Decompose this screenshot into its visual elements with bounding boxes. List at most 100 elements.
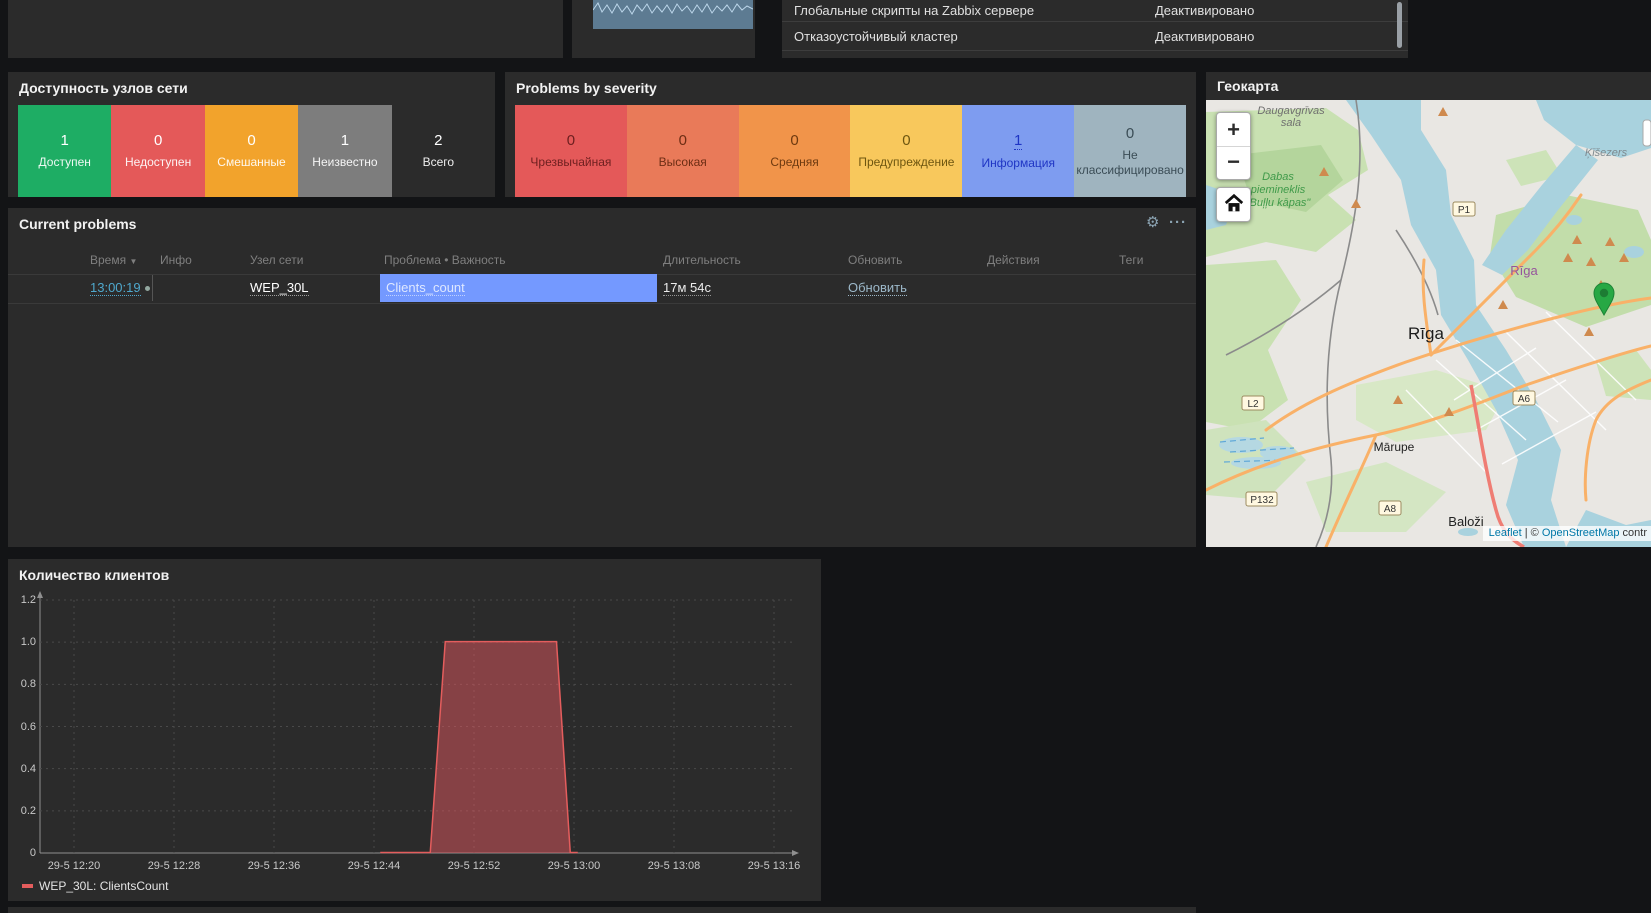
column-header-host: Узел сети — [250, 253, 303, 267]
tile-disaster: 0 Чрезвычайная — [515, 105, 627, 197]
layers-control-partial[interactable] — [1643, 120, 1651, 146]
tile-not-classified: 0 Не классифицировано — [1074, 105, 1186, 197]
problem-time[interactable]: 13:00:19 — [90, 280, 141, 296]
tile-label: Предупреждение — [856, 155, 956, 170]
table-row: Отказоустойчивый кластер Деактивировано — [782, 22, 1408, 51]
severity-tiles: 0 Чрезвычайная 0 Высокая 0 Средняя 0 Пре… — [515, 105, 1186, 197]
sparkline-graph[interactable] — [593, 0, 753, 29]
status-item-name: Глобальные скрипты на Zabbix сервере — [794, 3, 1034, 18]
x-axis-tick-label: 29-5 12:44 — [334, 860, 414, 872]
column-header-label: Время — [90, 253, 126, 267]
tile-label: Информация — [979, 156, 1056, 171]
scrollbar-thumb[interactable] — [1397, 2, 1402, 48]
current-problems-widget: Current problems ⚙ ··· Время ▼ Инфо Узел… — [8, 208, 1196, 547]
tile-count: 0 — [902, 132, 910, 149]
x-axis-tick-label: 29-5 13:08 — [634, 860, 714, 872]
road-badge-p132: P132 — [1250, 495, 1274, 506]
tile-high: 0 Высокая — [627, 105, 739, 197]
road-badge-a6: A6 — [1518, 394, 1531, 405]
problem-update-link[interactable]: Обновить — [848, 274, 907, 302]
clients-count-graph-widget: Количество клиентов 1.21.00.80.60.40.202… — [8, 559, 821, 901]
top-left-widget — [8, 0, 563, 58]
problem-name-link[interactable]: Clients_count — [386, 280, 465, 296]
info-count-link[interactable]: 1 — [1014, 132, 1022, 150]
zoom-in-button[interactable]: + — [1217, 113, 1250, 147]
tile-average: 0 Средняя — [739, 105, 851, 197]
legend-series-label: WEP_30L: ClientsCount — [39, 879, 168, 893]
x-axis-tick-label: 29-5 12:28 — [134, 860, 214, 872]
y-axis-tick-label: 0.4 — [8, 763, 36, 775]
tile-unknown: 1 Неизвестно — [298, 105, 391, 197]
column-header-problem: Проблема • Важность — [384, 253, 506, 267]
gear-icon[interactable]: ⚙ — [1146, 214, 1159, 232]
tile-warning: 0 Предупреждение — [850, 105, 962, 197]
x-axis-tick-label: 29-5 12:52 — [434, 860, 514, 872]
zabbix-dashboard: Глобальные скрипты на Zabbix сервере Деа… — [0, 0, 1651, 913]
column-header-duration: Длительность — [663, 253, 741, 267]
zoom-out-button[interactable]: − — [1217, 147, 1250, 179]
map-label-marupe: Mārupe — [1374, 440, 1415, 454]
tile-label: Не классифицировано — [1074, 148, 1186, 178]
map-label-dabas-2: piemineklis — [1250, 184, 1306, 196]
host-name[interactable]: WEP_30L — [250, 280, 309, 296]
leaflet-link[interactable]: Leaflet — [1489, 527, 1522, 539]
tile-count: 1 — [341, 132, 349, 149]
y-axis-tick-label: 0.2 — [8, 805, 36, 817]
tile-total: 2 Всего — [392, 105, 485, 197]
tile-available: 1 Доступен — [18, 105, 111, 197]
tile-label: Всего — [421, 155, 456, 170]
column-header-update: Обновить — [848, 253, 902, 267]
tile-mixed: 0 Смешанные — [205, 105, 298, 197]
map-label-dabas-3: "Buļļu kāpas" — [1246, 197, 1312, 209]
problem-time-link[interactable]: 13:00:19 — [90, 274, 141, 302]
map-canvas[interactable]: Daugavgrīvas sala Ķīšezers Dabas piemine… — [1206, 100, 1651, 547]
map-label-riga-city: Rīga — [1408, 324, 1444, 343]
tile-count: 0 — [790, 132, 798, 149]
status-item-name: Отказоустойчивый кластер — [794, 29, 958, 44]
top-status-table-widget: Глобальные скрипты на Zabbix сервере Деа… — [782, 0, 1408, 58]
problem-severity-cell[interactable]: Clients_count — [380, 274, 657, 302]
widget-title: Доступность узлов сети — [19, 80, 188, 96]
chart-series — [380, 642, 578, 853]
road-badge-a8: A8 — [1384, 504, 1397, 515]
y-axis-tick-label: 1.2 — [8, 594, 36, 606]
tile-count: 0 — [1126, 125, 1134, 142]
problem-duration: 17м 54с — [663, 274, 711, 302]
x-axis-tick-label: 29-5 12:20 — [34, 860, 114, 872]
map-label-daugavgrivas: Daugavgrīvas — [1257, 105, 1325, 117]
status-item-value: Деактивировано — [1155, 29, 1254, 44]
road-badge-l2: L2 — [1247, 399, 1259, 410]
tile-label: Чрезвычайная — [528, 155, 613, 170]
chart-plot[interactable] — [8, 559, 821, 901]
tile-label: Неизвестно — [310, 155, 379, 170]
problem-host-link[interactable]: WEP_30L — [250, 274, 309, 302]
chart-legend[interactable]: WEP_30L: ClientsCount — [22, 879, 168, 893]
zoom-control: + − — [1216, 112, 1251, 180]
problems-by-severity-widget: Problems by severity 0 Чрезвычайная 0 Вы… — [505, 72, 1196, 197]
geomap-widget: Геокарта — [1206, 72, 1651, 547]
ellipsis-menu-icon[interactable]: ··· — [1169, 214, 1187, 232]
attribution-separator: | © — [1522, 527, 1542, 539]
map-label-kisezers: Ķīšezers — [1585, 147, 1628, 159]
home-button[interactable] — [1216, 187, 1251, 222]
attribution-rest: contr — [1619, 527, 1647, 539]
column-header-actions: Действия — [987, 253, 1040, 267]
update-link-label[interactable]: Обновить — [848, 280, 907, 296]
osm-link[interactable]: OpenStreetMap — [1542, 527, 1620, 539]
top-sparkline-widget — [572, 0, 755, 58]
legend-color-swatch — [22, 884, 33, 888]
y-axis-tick-label: 0.8 — [8, 678, 36, 690]
tile-count: 2 — [434, 132, 442, 149]
tile-unavailable: 0 Недоступен — [111, 105, 204, 197]
unack-dot-icon — [145, 286, 150, 291]
widget-title: Problems by severity — [516, 80, 657, 96]
column-header-time[interactable]: Время ▼ — [90, 253, 137, 267]
map-label-balozi: Baloži — [1448, 514, 1484, 529]
map-label-dabas: Dabas — [1262, 171, 1294, 183]
column-header-tags: Теги — [1119, 253, 1143, 267]
tile-label: Доступен — [37, 155, 93, 170]
bottom-widget-edge — [8, 907, 1196, 913]
sort-desc-icon: ▼ — [129, 257, 137, 266]
duration-value[interactable]: 17м 54с — [663, 280, 711, 296]
tile-count: 0 — [247, 132, 255, 149]
